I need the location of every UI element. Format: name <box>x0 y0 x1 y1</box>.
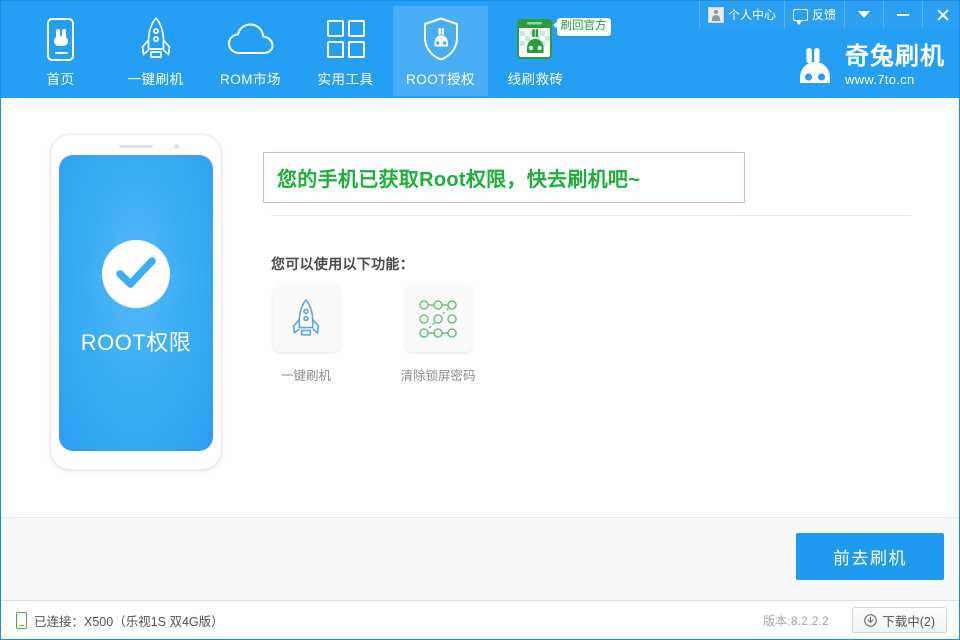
rocket-icon <box>272 285 340 352</box>
go-flash-button[interactable]: 前去刷机 <box>796 533 944 580</box>
shield-rabbit-icon <box>415 15 467 63</box>
root-status-message: 您的手机已获取Root权限，快去刷机吧~ <box>277 169 641 191</box>
app-window: 个人中心 反馈 首页 一键刷机 ROM市场 实用工具 ROOT授权 刷回官方 线… <box>0 0 960 640</box>
brand-name: 奇兔刷机 <box>845 43 945 70</box>
dropdown-menu-button[interactable] <box>844 1 883 28</box>
root-status-banner: 您的手机已获取Root权限，快去刷机吧~ <box>263 152 745 203</box>
nav-item-brick-rescue[interactable]: 刷回官方 线刷救砖 <box>488 6 611 96</box>
nav-label: ROOT授权 <box>406 72 475 87</box>
nav-item-rom-market[interactable]: ROM市场 <box>203 6 298 96</box>
device-connection-status: 已连接：X500（乐视1S 双4G版） <box>16 611 224 630</box>
chevron-down-icon <box>858 11 870 18</box>
action-bar: 前去刷机 <box>1 517 959 602</box>
rocket-icon <box>130 15 182 63</box>
brick-rescue-icon: 刷回官方 <box>510 15 611 63</box>
user-center-label: 个人中心 <box>727 8 776 22</box>
phone-speaker <box>119 145 153 148</box>
minimize-button[interactable] <box>883 1 922 28</box>
nav-label: 首页 <box>46 72 75 87</box>
pattern-lock-icon <box>404 285 472 352</box>
nav-item-root-authorize[interactable]: ROOT授权 <box>393 6 488 96</box>
minimize-icon <box>897 13 909 16</box>
grid-tools-icon <box>320 15 372 63</box>
nav-label: 一键刷机 <box>127 72 184 87</box>
brand-url: www.7to.cn <box>845 72 915 87</box>
main-nav: 首页 一键刷机 ROM市场 实用工具 ROOT授权 刷回官方 线刷救砖 <box>13 6 611 96</box>
connection-label: 已连接：X500（乐视1S 双4G版） <box>34 614 224 629</box>
nav-label: 实用工具 <box>317 72 374 87</box>
feature-card-one-key-flash[interactable]: 一键刷机 <box>271 285 341 384</box>
nav-item-home[interactable]: 首页 <box>13 6 108 96</box>
feature-card-list: 一键刷机 清除锁屏密码 <box>271 285 476 384</box>
check-circle-icon <box>102 239 170 308</box>
phone-home-icon <box>35 15 87 63</box>
window-controls: 个人中心 反馈 <box>698 1 959 28</box>
phone-status-title: ROOT权限 <box>80 329 192 355</box>
features-section-title: 您可以使用以下功能： <box>271 256 414 272</box>
brand-logo: 奇兔刷机 www.7to.cn <box>794 45 945 86</box>
app-header: 个人中心 反馈 首页 一键刷机 ROM市场 实用工具 ROOT授权 刷回官方 线… <box>1 1 959 98</box>
feedback-button[interactable]: 反馈 <box>783 1 844 28</box>
phone-screen: ROOT权限 <box>59 155 213 451</box>
download-label: 下载中(2) <box>882 614 935 629</box>
nav-badge-brick-rescue: 刷回官方 <box>552 18 611 36</box>
close-button[interactable] <box>922 1 959 28</box>
speech-bubble-icon <box>792 8 808 25</box>
feature-card-clear-lockscreen[interactable]: 清除锁屏密码 <box>400 285 476 384</box>
content-area: ROOT权限 您的手机已获取Root权限，快去刷机吧~ 您可以使用以下功能： 一… <box>1 98 959 517</box>
nav-item-one-key-flash[interactable]: 一键刷机 <box>108 6 203 96</box>
avatar-icon <box>707 6 724 23</box>
cloud-icon <box>225 15 277 63</box>
version-label: 版本:8.2.2.2 <box>762 613 829 628</box>
nav-item-tools[interactable]: 实用工具 <box>298 6 393 96</box>
feature-card-label: 清除锁屏密码 <box>400 369 476 383</box>
status-bar: 已连接：X500（乐视1S 双4G版） 版本:8.2.2.2 下载中(2) <box>1 600 959 639</box>
nav-label: ROM市场 <box>220 72 281 87</box>
close-icon <box>936 8 949 21</box>
feature-card-label: 一键刷机 <box>280 369 331 383</box>
user-center-button[interactable]: 个人中心 <box>698 1 784 28</box>
phone-icon <box>16 611 27 629</box>
feedback-label: 反馈 <box>811 8 836 22</box>
phone-preview: ROOT权限 <box>50 134 222 470</box>
nav-label: 线刷救砖 <box>507 72 564 87</box>
section-divider <box>271 215 911 216</box>
phone-camera <box>174 144 179 149</box>
download-status-button[interactable]: 下载中(2) <box>852 607 947 633</box>
rabbit-logo-icon <box>800 47 830 83</box>
download-icon <box>864 613 878 627</box>
